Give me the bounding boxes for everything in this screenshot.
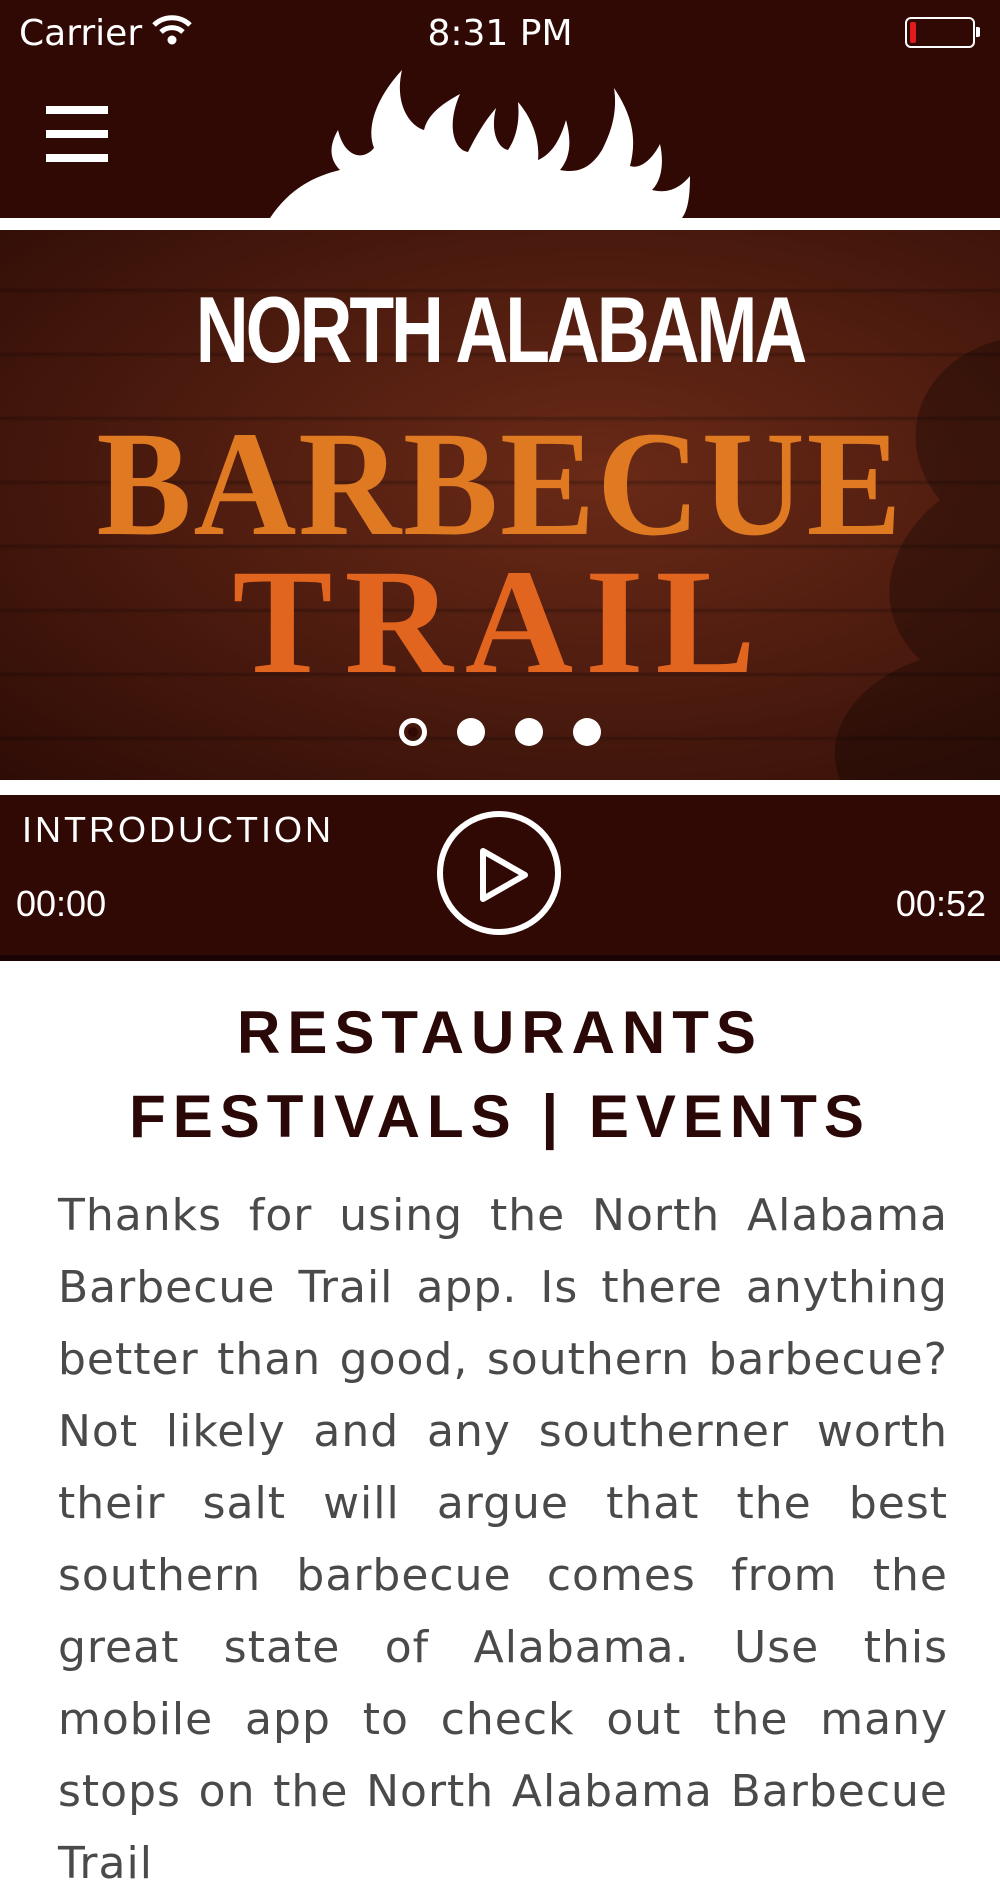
status-bar: Carrier 8:31 PM [0,0,1000,66]
battery-level-fill [910,22,916,43]
hero-divider [0,780,1000,795]
play-button[interactable] [437,811,561,935]
audio-player: INTRODUCTION 00:00 00:52 [0,795,1000,955]
app-header: Carrier 8:31 PM [0,0,1000,218]
carousel-dot-1[interactable] [399,718,427,746]
flame-logo-icon [270,70,690,218]
hero-carousel[interactable]: NORTH ALABAMA BARBECUE TRAIL [0,230,1000,780]
audio-duration: 00:52 [895,883,986,924]
status-time: 8:31 PM [427,13,573,54]
hero-title-trail: TRAIL [232,539,768,705]
section-heading-festivals-events: FESTIVALS | EVENTS [129,1083,871,1150]
carousel-dot-4[interactable] [573,718,601,746]
carousel-page-indicator[interactable] [0,718,1000,751]
battery-icon [905,17,975,48]
carousel-dot-3[interactable] [515,718,543,746]
hamburger-menu-icon[interactable] [46,106,108,162]
player-bottom-border [0,955,1000,961]
header-divider [0,218,1000,230]
hero-title-north-alabama: NORTH ALABAMA [195,277,807,382]
audio-track-title: INTRODUCTION [22,809,334,850]
section-heading-restaurants: RESTAURANTS [237,999,763,1066]
audio-current-time: 00:00 [16,883,107,924]
intro-paragraph: Thanks for using the North Alabama Barbe… [58,1190,948,1889]
battery-tip [976,27,980,37]
play-icon [480,848,528,902]
carousel-dot-2[interactable] [457,718,485,746]
